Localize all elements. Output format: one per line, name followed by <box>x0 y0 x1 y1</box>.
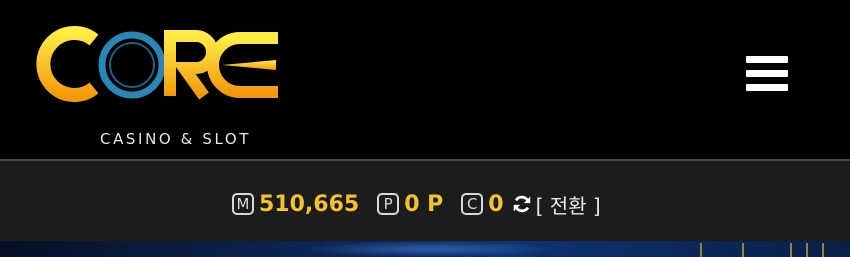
money-badge-icon: M <box>232 193 254 215</box>
refresh-icon[interactable] <box>510 192 534 216</box>
coin-balance: 0 <box>488 191 504 217</box>
core-casino-logo[interactable]: CASINO & SLOT <box>28 24 288 148</box>
site-header: CASINO & SLOT <box>0 0 850 159</box>
balance-row: M 510,665 P 0 P C 0 [ 전환 ] <box>232 189 601 219</box>
logo-tagline: CASINO & SLOT <box>100 130 252 148</box>
hero-banner <box>0 241 850 257</box>
balance-bar: M 510,665 P 0 P C 0 [ 전환 ] <box>0 161 850 241</box>
point-balance: 0 P <box>404 191 444 217</box>
money-balance: 510,665 <box>259 191 360 217</box>
point-badge-icon: P <box>377 193 400 215</box>
switch-button[interactable]: [ 전환 ] <box>536 190 601 219</box>
coin-badge-icon: C <box>461 193 484 215</box>
core-logo-mark <box>36 26 278 102</box>
hamburger-menu-button[interactable] <box>742 50 792 96</box>
